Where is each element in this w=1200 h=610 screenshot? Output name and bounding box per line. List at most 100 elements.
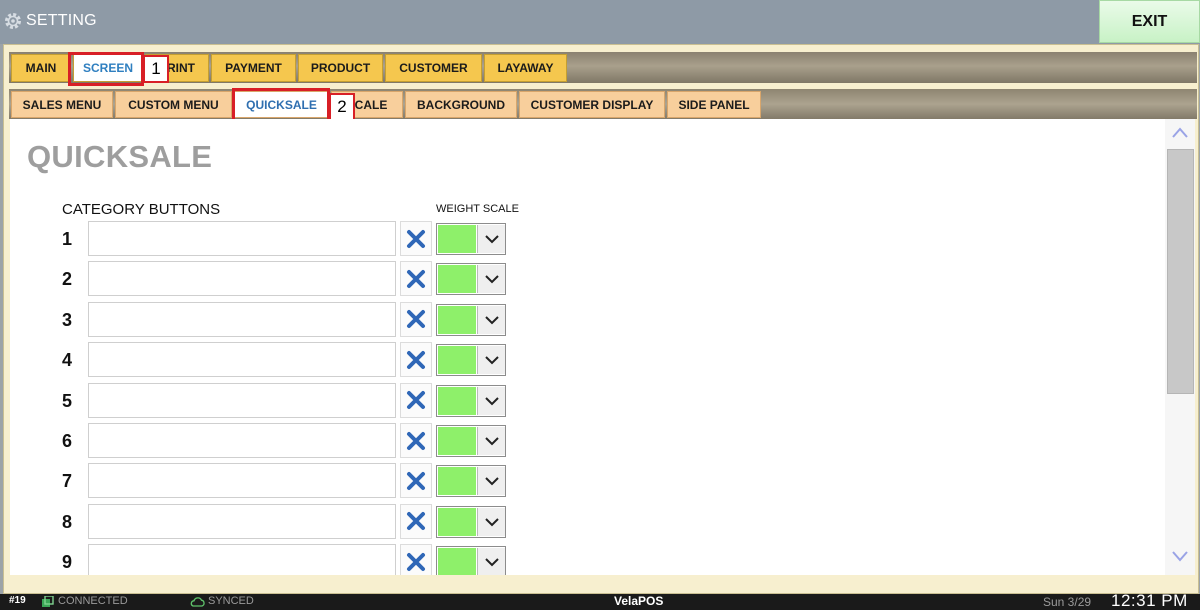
clear-x-icon (407, 512, 425, 531)
row-number: 8 (62, 511, 73, 532)
row-number: 2 (62, 269, 73, 290)
quicksale-content: QUICKSALE CATEGORY BUTTONS WEIGHT SCALE … (10, 119, 1165, 575)
chevron-down-icon[interactable] (477, 386, 505, 415)
tab-payment[interactable]: PAYMENT (211, 54, 296, 82)
category-button-input[interactable] (88, 463, 396, 499)
tab-product[interactable]: PRODUCT (298, 54, 383, 82)
category-button-input[interactable] (88, 544, 396, 575)
weight-scale-select[interactable] (436, 505, 506, 538)
scroll-up-icon[interactable] (1170, 123, 1190, 145)
clear-x-icon (407, 391, 425, 410)
subtab-custom-menu[interactable]: CUSTOM MENU (115, 91, 232, 118)
subtab-side-panel[interactable]: SIDE PANEL (667, 91, 761, 118)
clear-x-icon (407, 431, 425, 450)
weight-scale-select[interactable] (436, 384, 506, 417)
weight-scale-color-swatch (438, 467, 476, 496)
tab-screen[interactable]: SCREEN (73, 54, 143, 82)
category-button-input[interactable] (88, 261, 396, 297)
clear-button[interactable] (400, 382, 432, 418)
weight-scale-select[interactable] (436, 546, 506, 575)
exit-button[interactable]: EXIT (1099, 0, 1200, 43)
clear-button[interactable] (400, 221, 432, 256)
sub-tab-bar: SALES MENU CUSTOM MENU QUICKSALE SCALE B… (9, 89, 1197, 119)
category-row: 3 (10, 301, 530, 340)
chevron-down-icon[interactable] (477, 548, 505, 575)
category-button-input[interactable] (88, 301, 396, 337)
weight-scale-color-swatch (438, 548, 476, 575)
weight-scale-color-swatch (438, 225, 476, 253)
row-number: 3 (62, 309, 73, 330)
connected-icon (42, 596, 54, 607)
page-title: QUICKSALE (27, 139, 213, 174)
clear-button[interactable] (400, 544, 432, 575)
chevron-down-icon[interactable] (477, 305, 505, 334)
time-label: 12:31 PM (1111, 591, 1188, 610)
clear-button[interactable] (400, 301, 432, 337)
category-button-input[interactable] (88, 423, 396, 458)
category-row: 7 (10, 463, 530, 501)
weight-scale-color-swatch (438, 386, 476, 415)
weight-scale-select[interactable] (436, 425, 506, 457)
subtab-quicksale[interactable]: QUICKSALE (234, 91, 329, 118)
status-bar: #19 CONNECTED SYNCED VelaPOS Sun 3/29 12… (0, 591, 1200, 610)
subtab-background[interactable]: BACKGROUND (405, 91, 517, 118)
main-tab-bar: MAIN SCREEN PRINT PAYMENT PRODUCT CUSTOM… (9, 52, 1197, 83)
category-row: 4 (10, 342, 530, 380)
clear-button[interactable] (400, 423, 432, 458)
row-number: 5 (62, 390, 73, 411)
tab-customer[interactable]: CUSTOMER (385, 54, 482, 82)
clear-button[interactable] (400, 463, 432, 499)
subtab-customer-display[interactable]: CUSTOMER DISPLAY (519, 91, 665, 118)
vertical-scrollbar[interactable] (1165, 119, 1195, 575)
settings-window: SETTING EXIT MAIN SCREEN PRINT PAYMENT P… (0, 0, 1200, 610)
chevron-down-icon[interactable] (477, 427, 505, 455)
clear-x-icon (407, 229, 425, 248)
weight-scale-color-swatch (438, 265, 476, 294)
weight-scale-color-swatch (438, 346, 476, 375)
date-label: Sun 3/29 (1043, 595, 1092, 609)
clear-x-icon (407, 552, 425, 571)
chevron-down-icon[interactable] (477, 467, 505, 496)
cloud-icon (190, 597, 205, 607)
row-number: 7 (62, 471, 73, 492)
weight-scale-select[interactable] (436, 465, 506, 498)
marker-1: 1 (143, 55, 169, 83)
clear-button[interactable] (400, 503, 432, 539)
weight-scale-color-swatch (438, 507, 476, 536)
row-number: 9 (62, 552, 73, 573)
weight-scale-color-swatch (438, 305, 476, 334)
category-row: 2 (10, 261, 530, 299)
weight-scale-select[interactable] (436, 263, 506, 296)
chevron-down-icon[interactable] (477, 507, 505, 536)
scroll-thumb[interactable] (1167, 149, 1194, 394)
station-number: #19 (9, 595, 26, 606)
weight-scale-select[interactable] (436, 344, 506, 377)
chevron-down-icon[interactable] (477, 225, 505, 253)
chevron-down-icon[interactable] (477, 346, 505, 375)
category-buttons-header: CATEGORY BUTTONS (62, 201, 221, 218)
clear-button[interactable] (400, 261, 432, 297)
category-button-input[interactable] (88, 503, 396, 539)
settings-panel: MAIN SCREEN PRINT PAYMENT PRODUCT CUSTOM… (3, 44, 1199, 594)
sync-status: SYNCED (208, 595, 254, 607)
scroll-down-icon[interactable] (1170, 544, 1190, 566)
brand-label: VelaPOS (614, 594, 664, 608)
category-button-input[interactable] (88, 382, 396, 418)
weight-scale-select[interactable] (436, 223, 506, 255)
subtab-sales-menu[interactable]: SALES MENU (11, 91, 113, 118)
row-number: 1 (62, 229, 73, 249)
tab-main[interactable]: MAIN (11, 54, 71, 82)
category-row: 8 (10, 503, 530, 542)
marker-2: 2 (329, 93, 355, 121)
chevron-down-icon[interactable] (477, 265, 505, 294)
category-button-input[interactable] (88, 342, 396, 378)
connection-status: CONNECTED (58, 595, 128, 607)
clear-x-icon (407, 471, 425, 490)
title-bar: SETTING EXIT (0, 0, 1200, 44)
clear-button[interactable] (400, 342, 432, 378)
category-button-input[interactable] (88, 221, 396, 256)
gear-icon (5, 13, 21, 29)
category-row: 6 (10, 423, 530, 461)
weight-scale-select[interactable] (436, 303, 506, 336)
tab-layaway[interactable]: LAYAWAY (484, 54, 567, 82)
